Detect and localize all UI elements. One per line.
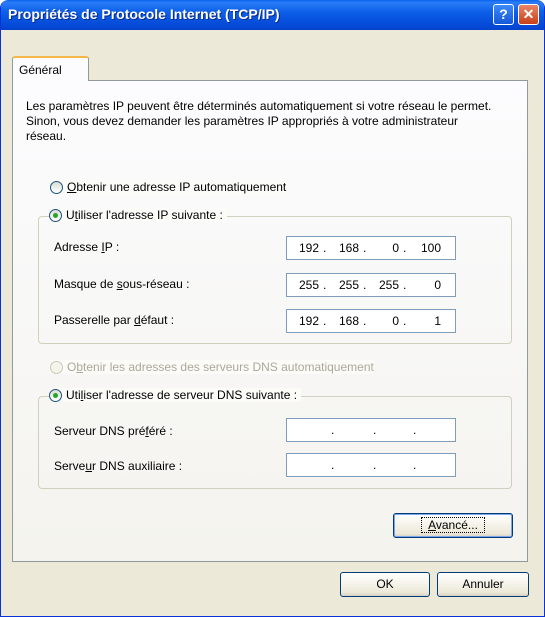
octet-1[interactable]: 192 (289, 241, 319, 255)
intro-text: Les paramètres IP peuvent être déterminé… (26, 99, 492, 143)
gateway-label: Passerelle par défaut : (54, 313, 175, 327)
octet-3[interactable]: 255 (369, 278, 399, 292)
octet-1[interactable]: 192 (289, 314, 319, 328)
octet-3[interactable]: 0 (369, 314, 399, 328)
close-button[interactable]: ✕ (518, 4, 539, 25)
radio-circle-checked[interactable] (49, 208, 62, 222)
subnet-mask-field[interactable]: 255 . 255 . 255 . 0 (286, 273, 456, 297)
radio-use-ip-label: Utiliser l'adresse IP suivante : (66, 208, 223, 222)
radio-use-dns-label: Utiliser l'adresse de serveur DNS suivan… (66, 388, 298, 402)
ip-address-label: Adresse IP : (54, 240, 120, 254)
octet-separator: . (331, 423, 335, 437)
octet-separator: . (363, 278, 367, 292)
alternate-dns-field[interactable]: . . . (286, 453, 456, 477)
octet-separator: . (363, 241, 367, 255)
alternate-dns-label: Serveur DNS auxiliaire : (54, 459, 183, 473)
title-bar[interactable]: Propriétés de Protocole Internet (TCP/IP… (1, 0, 544, 30)
radio-obtain-ip-auto[interactable]: Obtenir une adresse IP automatiquement (50, 180, 287, 194)
octet-1[interactable]: 255 (289, 278, 319, 292)
dialog-window: Propriétés de Protocole Internet (TCP/IP… (0, 0, 545, 617)
octet-separator: . (323, 314, 327, 328)
octet-2[interactable]: 255 (329, 278, 359, 292)
octet-separator: . (363, 314, 367, 328)
octet-separator: . (373, 423, 377, 437)
radio-circle-checked[interactable] (49, 388, 62, 402)
octet-separator: . (413, 458, 417, 472)
radio-circle-disabled (50, 360, 63, 374)
radio-obtain-dns-auto-label: Obtenir les adresses des serveurs DNS au… (67, 360, 374, 374)
preferred-dns-field[interactable]: . . . (286, 418, 456, 442)
octet-separator: . (331, 458, 335, 472)
radio-obtain-dns-auto: Obtenir les adresses des serveurs DNS au… (50, 360, 374, 374)
octet-2[interactable]: 168 (329, 314, 359, 328)
octet-2[interactable]: 168 (329, 241, 359, 255)
ip-address-field[interactable]: 192 . 168 . 0 . 100 (286, 236, 456, 260)
octet-separator: . (323, 241, 327, 255)
subnet-mask-label: Masque de sous-réseau : (54, 277, 190, 291)
tab-general[interactable]: Général (12, 56, 89, 81)
octet-4[interactable]: 100 (411, 241, 441, 255)
help-button[interactable]: ? (493, 4, 514, 25)
octet-4[interactable]: 1 (411, 314, 441, 328)
octet-separator: . (403, 278, 407, 292)
octet-separator: . (403, 314, 407, 328)
octet-3[interactable]: 0 (369, 241, 399, 255)
ok-button[interactable]: OK (340, 572, 430, 597)
advanced-button[interactable]: Avancé... (393, 513, 513, 538)
radio-obtain-ip-auto-label: Obtenir une adresse IP automatiquement (67, 180, 287, 194)
preferred-dns-label: Serveur DNS préféré : (54, 424, 173, 438)
octet-separator: . (373, 458, 377, 472)
cancel-button[interactable]: Annuler (437, 572, 529, 597)
octet-separator: . (323, 278, 327, 292)
radio-circle[interactable] (50, 180, 63, 194)
radio-use-dns[interactable]: Utiliser l'adresse de serveur DNS suivan… (49, 388, 302, 402)
gateway-field[interactable]: 192 . 168 . 0 . 1 (286, 309, 456, 333)
octet-4[interactable]: 0 (411, 278, 441, 292)
radio-use-ip[interactable]: Utiliser l'adresse IP suivante : (49, 208, 227, 222)
advanced-button-label: Avancé... (421, 517, 485, 533)
window-title: Propriétés de Protocole Internet (TCP/IP… (8, 6, 280, 22)
octet-separator: . (413, 423, 417, 437)
octet-separator: . (403, 241, 407, 255)
